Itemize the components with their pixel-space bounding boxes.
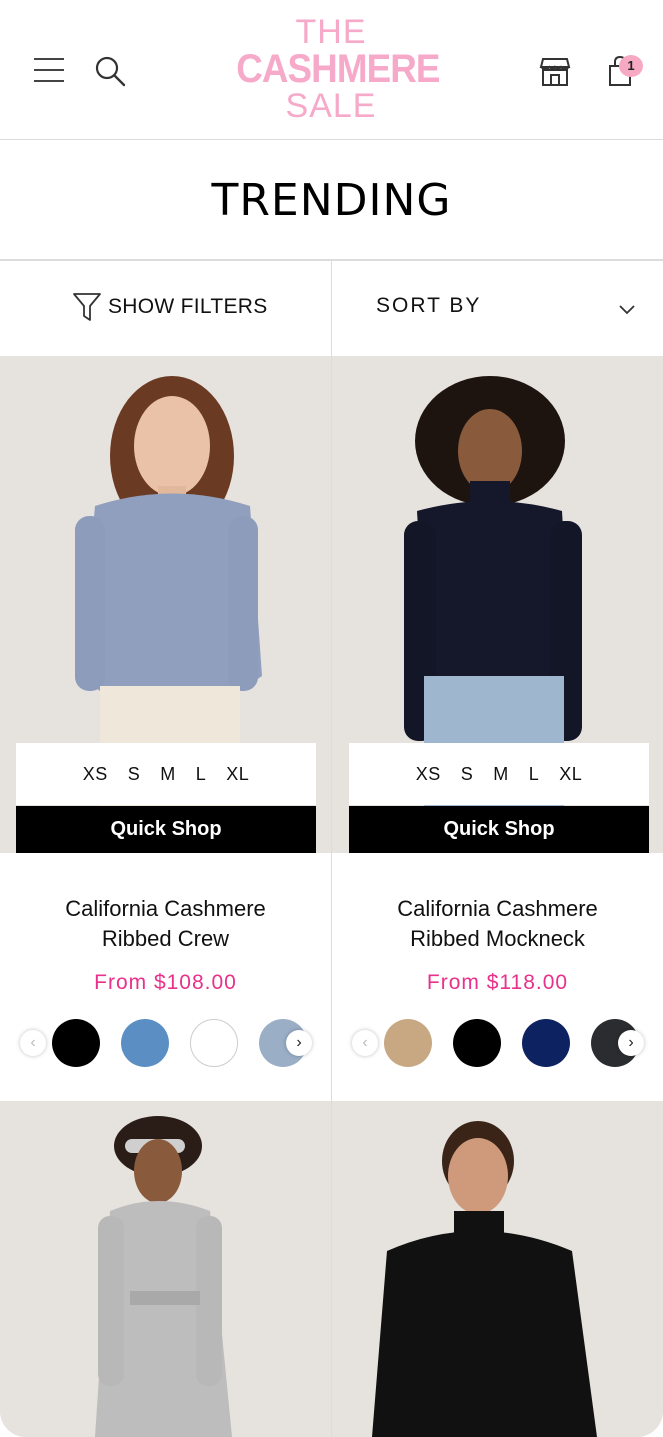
product-name[interactable]: California Cashmere Ribbed Mockneck [332, 894, 663, 954]
chevron-down-icon[interactable] [617, 301, 637, 317]
swatch-prev-arrow-icon[interactable]: ‹ [20, 1030, 46, 1056]
quick-shop-button[interactable]: Quick Shop [349, 806, 649, 853]
size-option[interactable]: XS [416, 764, 441, 785]
brand-logo[interactable]: THE CASHMERE SALE [228, 14, 440, 126]
size-option[interactable]: XS [83, 764, 108, 785]
size-option[interactable]: XL [226, 764, 249, 785]
size-option[interactable]: L [196, 764, 207, 785]
show-filters-button[interactable]: SHOW FILTERS [72, 290, 268, 324]
color-swatch-list [18, 1017, 318, 1069]
divider [331, 1101, 332, 1437]
product-info: California Cashmere Ribbed Mockneck From… [332, 853, 663, 1100]
product-name[interactable]: California Cashmere Ribbed Crew [0, 894, 331, 954]
swatch-next-arrow-icon[interactable]: › [286, 1030, 312, 1056]
size-option[interactable]: M [493, 764, 509, 785]
product-info: California Cashmere Ribbed Crew From $10… [0, 853, 331, 1100]
color-swatch[interactable] [522, 1019, 570, 1067]
product-image[interactable] [332, 1101, 663, 1437]
swatch-prev-arrow-icon[interactable]: ‹ [352, 1030, 378, 1056]
size-selector: XS S M L XL [349, 743, 649, 805]
size-option[interactable]: M [160, 764, 176, 785]
size-option[interactable]: L [529, 764, 540, 785]
cart-count-badge: 1 [619, 55, 643, 77]
size-option[interactable]: S [128, 764, 141, 785]
divider [331, 261, 332, 356]
filter-funnel-icon [73, 293, 101, 321]
color-swatch-list [350, 1017, 650, 1069]
store-locator-icon[interactable] [538, 54, 572, 88]
product-price: From $108.00 [94, 971, 237, 994]
page-title: TRENDING [211, 175, 452, 226]
divider [331, 356, 332, 1101]
app-frame: THE CASHMERE SALE 1 TRENDING SHOW FILTER… [0, 0, 663, 1437]
color-swatch[interactable] [52, 1019, 100, 1067]
size-selector: XS S M L XL [16, 743, 316, 805]
size-option[interactable]: S [461, 764, 474, 785]
show-filters-label: SHOW FILTERS [108, 295, 268, 318]
sort-by-dropdown[interactable]: SORT BY [376, 294, 481, 318]
quick-shop-button[interactable]: Quick Shop [16, 806, 316, 853]
color-swatch[interactable] [384, 1019, 432, 1067]
search-icon[interactable] [93, 54, 127, 88]
size-option[interactable]: XL [559, 764, 582, 785]
product-image[interactable] [0, 1101, 331, 1437]
color-swatch[interactable] [121, 1019, 169, 1067]
hamburger-menu-icon[interactable] [32, 54, 66, 86]
swatch-next-arrow-icon[interactable]: › [618, 1030, 644, 1056]
site-header: THE CASHMERE SALE 1 [0, 0, 663, 140]
product-price: From $118.00 [426, 971, 569, 994]
color-swatch[interactable] [453, 1019, 501, 1067]
color-swatch[interactable] [190, 1019, 238, 1067]
